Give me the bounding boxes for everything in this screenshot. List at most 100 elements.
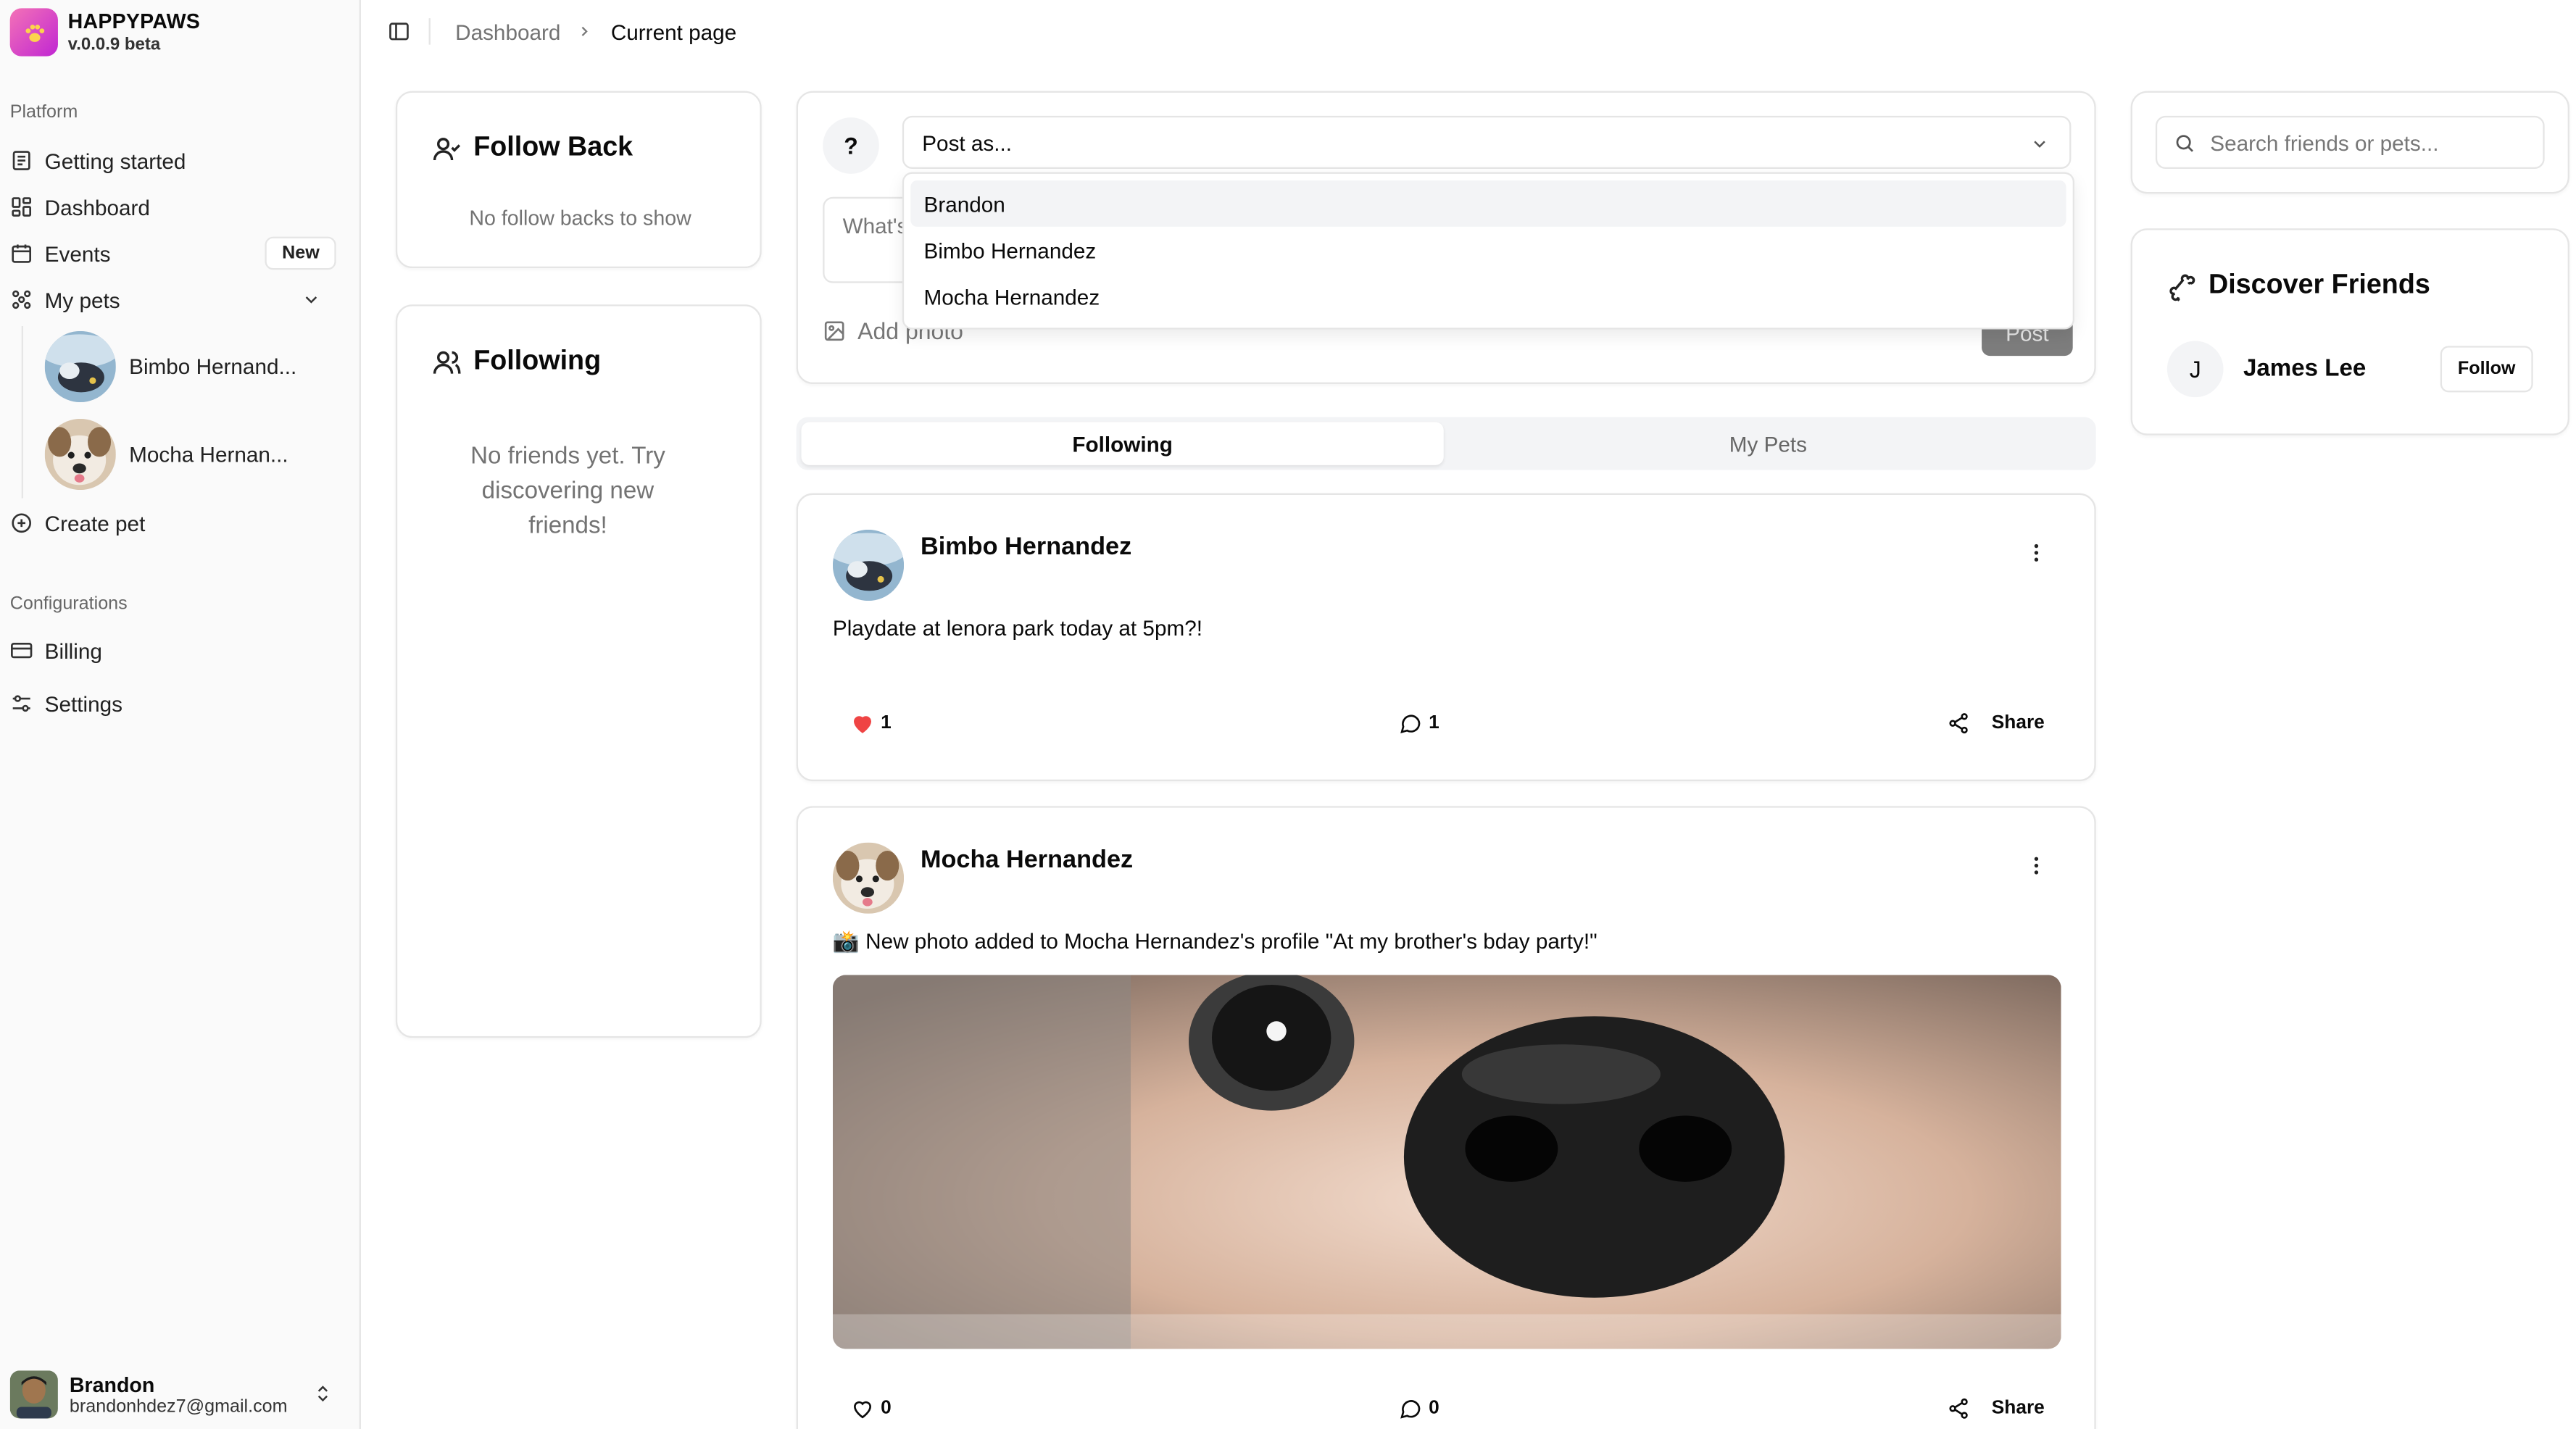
bone-icon (2167, 270, 2197, 301)
option-brandon[interactable]: Brandon (910, 180, 2066, 227)
sidebar-item-label: Events (44, 241, 111, 266)
friend-name[interactable]: James Lee (2243, 356, 2366, 383)
user-email: brandonhdez7@gmail.com (69, 1396, 288, 1417)
post-author[interactable]: Mocha Hernandez (921, 846, 1133, 874)
paw-logo-icon (25, 23, 44, 41)
search-icon (2174, 132, 2195, 154)
post-as-value: Post as... (922, 130, 1013, 155)
user-check-icon (432, 133, 462, 163)
search-placeholder: Search friends or pets... (2210, 130, 2439, 155)
discover-title: Discover Friends (2208, 270, 2430, 300)
configurations-group-label: Configurations (9, 593, 128, 614)
feed-tabs: Following My Pets (796, 417, 2096, 470)
sidebar-item-getting-started[interactable]: Getting started (0, 139, 348, 182)
new-badge: New (265, 236, 336, 270)
sidebar-item-my-pets[interactable]: My pets (0, 278, 348, 321)
post-author-avatar[interactable] (832, 842, 905, 914)
pets-tree-line (21, 325, 23, 499)
chevron-right-icon (576, 23, 593, 40)
post-textarea-placeholder: What's (842, 213, 908, 238)
credit-card-icon (10, 639, 33, 662)
share-label: Share (1991, 713, 2045, 733)
like-button[interactable]: 0 (851, 1397, 892, 1420)
search-card: Search friends or pets... (2130, 91, 2569, 194)
pet-name: Mocha Hernan... (129, 441, 288, 467)
paw-icon (10, 288, 33, 311)
comment-count: 1 (1429, 713, 1439, 733)
breadcrumb-dashboard[interactable]: Dashboard (455, 20, 560, 44)
brand-version: v.0.0.9 beta (67, 34, 161, 54)
sidebar-item-dashboard[interactable]: Dashboard (0, 186, 348, 228)
comment-button[interactable]: 1 (1399, 712, 1439, 735)
message-circle-icon (1399, 1397, 1422, 1420)
chevron-down-icon (2029, 134, 2049, 154)
follow-button[interactable]: Follow (2440, 346, 2533, 393)
chevrons-up-down-icon (313, 1384, 333, 1407)
pet-name: Bimbo Hernand... (129, 354, 297, 380)
message-circle-icon (1399, 712, 1422, 735)
user-menu[interactable]: Brandon brandonhdez7@gmail.com (9, 1370, 352, 1419)
search-input[interactable]: Search friends or pets... (2155, 115, 2545, 169)
like-count: 0 (881, 1399, 892, 1419)
following-empty: No friends yet. Try discovering new frie… (470, 443, 665, 540)
brand[interactable]: HAPPYPAWS v.0.0.9 beta (9, 8, 201, 57)
sidebar-pet-bimbo[interactable]: Bimbo Hernand... (44, 330, 297, 403)
sidebar-item-label: Dashboard (44, 194, 150, 220)
post-card: Mocha Hernandez 📸 New photo added to Moc… (796, 806, 2096, 1429)
user-avatar (9, 1370, 58, 1419)
post-text: Playdate at lenora park today at 5pm?! (832, 615, 1202, 641)
pet-avatar (44, 418, 116, 491)
image-plus-icon (823, 320, 846, 343)
tab-following[interactable]: Following (801, 422, 1444, 465)
sidebar-item-events[interactable]: Events New (0, 232, 348, 275)
post-as-dropdown: Brandon Bimbo Hernandez Mocha Hernandez (902, 172, 2074, 330)
post-author[interactable]: Bimbo Hernandez (921, 533, 1131, 561)
post-author-avatar[interactable] (832, 529, 905, 601)
breadcrumb-current: Current page (610, 20, 737, 45)
follow-back-title: Follow Back (473, 132, 633, 162)
like-count: 1 (881, 713, 892, 733)
more-vertical-icon[interactable] (2024, 854, 2048, 878)
chevron-down-icon[interactable] (302, 290, 321, 309)
help-button[interactable]: ? (823, 117, 879, 174)
users-icon (432, 347, 462, 377)
following-title: Following (473, 346, 602, 376)
create-pet-label: Create pet (44, 510, 146, 536)
share-button[interactable]: Share (1947, 712, 2045, 735)
sidebar: HAPPYPAWS v.0.0.9 beta Platform Getting … (0, 0, 361, 1429)
pet-avatar (44, 330, 116, 403)
heart-icon (851, 1397, 874, 1420)
create-pet-button[interactable]: Create pet (0, 501, 348, 544)
option-bimbo-hernandez[interactable]: Bimbo Hernandez (910, 227, 2066, 273)
more-vertical-icon[interactable] (2024, 541, 2048, 564)
sidebar-item-settings[interactable]: Settings (0, 682, 348, 725)
post-text: 📸 New photo added to Mocha Hernandez's p… (832, 928, 1597, 954)
app-root: HAPPYPAWS v.0.0.9 beta Platform Getting … (0, 0, 2576, 1429)
platform-group-label: Platform (9, 102, 78, 123)
share-button[interactable]: Share (1947, 1397, 2045, 1420)
brand-name: HAPPYPAWS (67, 10, 201, 34)
sidebar-item-label: Settings (44, 691, 122, 716)
sidebar-item-label: Billing (44, 638, 102, 663)
sliders-icon (10, 692, 33, 715)
plus-circle-icon (10, 512, 33, 535)
header-divider (428, 18, 431, 45)
user-name: Brandon (69, 1372, 155, 1396)
comment-button[interactable]: 0 (1399, 1397, 1439, 1420)
discover-friends-card: Discover Friends J James Lee Follow (2130, 228, 2569, 436)
post-card: Bimbo Hernandez Playdate at lenora park … (796, 493, 2096, 782)
share-icon (1947, 712, 1970, 735)
tab-my-pets[interactable]: My Pets (1447, 422, 2089, 464)
book-icon (10, 149, 33, 172)
post-photo[interactable] (832, 975, 2061, 1349)
sidebar-item-billing[interactable]: Billing (0, 629, 348, 672)
post-as-select[interactable]: Post as... (902, 115, 2072, 169)
grid-icon (10, 196, 33, 219)
brand-logo (9, 8, 58, 57)
sidebar-pet-mocha[interactable]: Mocha Hernan... (44, 418, 288, 491)
friend-avatar[interactable]: J (2166, 341, 2224, 398)
like-button[interactable]: 1 (851, 712, 892, 735)
follow-back-card: Follow Back No follow backs to show (395, 91, 762, 269)
option-mocha-hernandez[interactable]: Mocha Hernandez (910, 273, 2066, 320)
sidebar-toggle-icon[interactable] (387, 20, 410, 43)
